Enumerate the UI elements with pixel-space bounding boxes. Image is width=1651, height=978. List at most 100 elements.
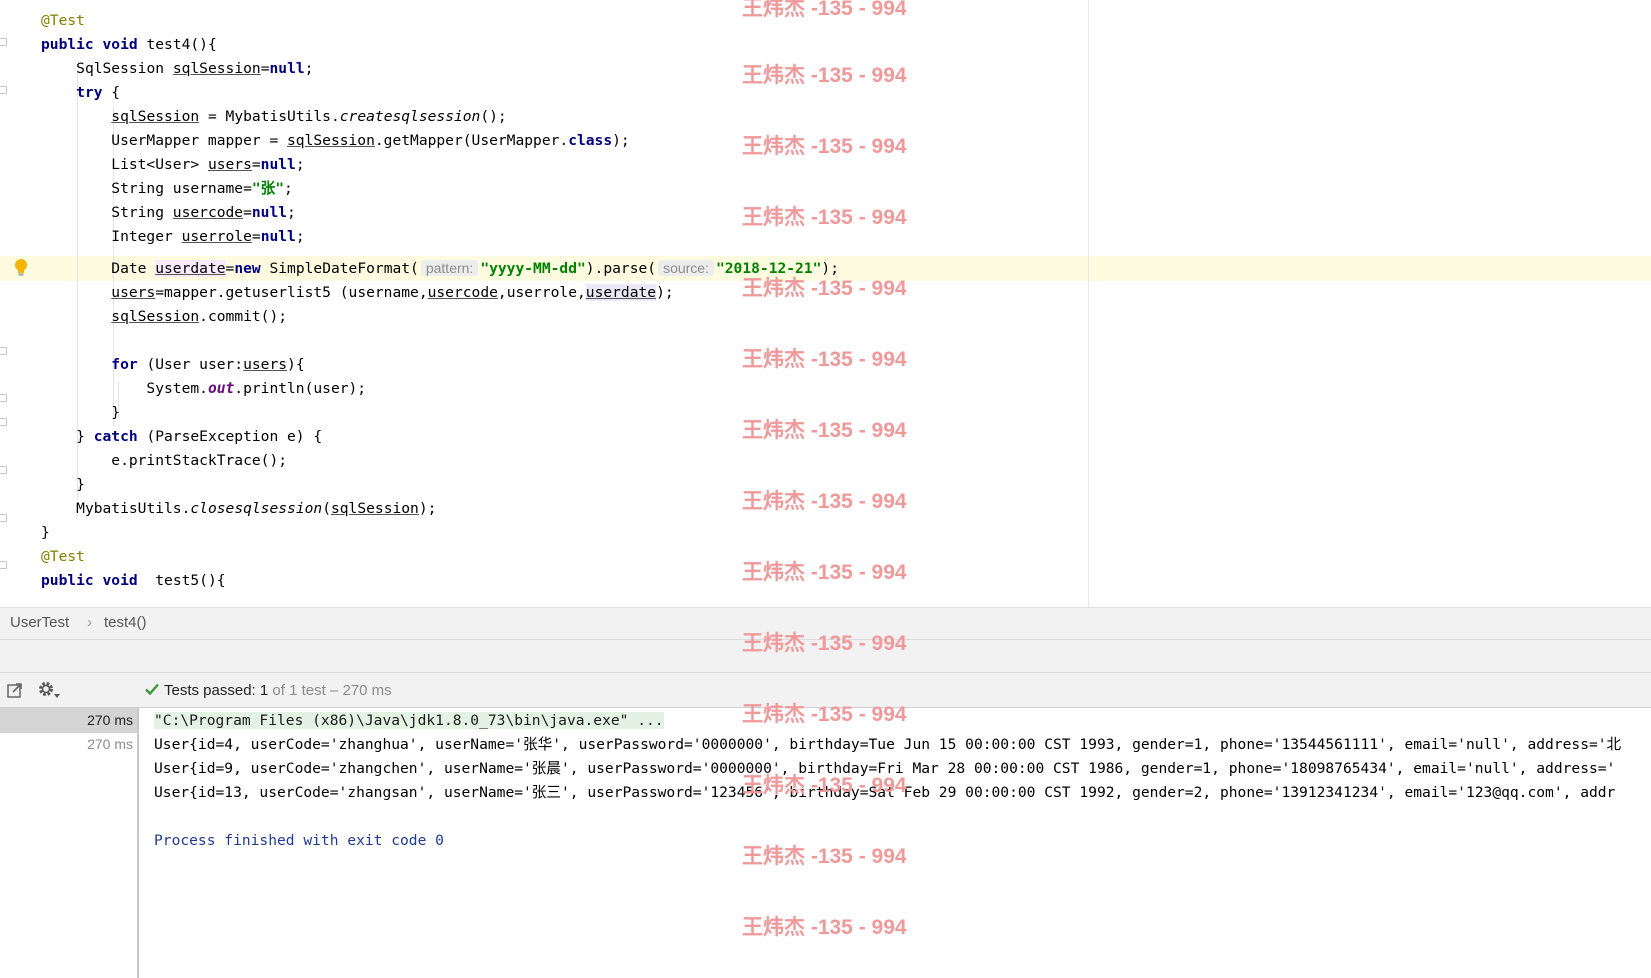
console-line: User{id=9, userCode='zhangchen', userNam…: [154, 760, 1616, 777]
static-field-token: out: [207, 380, 235, 397]
tool-window-header: [0, 639, 1651, 672]
code-editor[interactable]: @Test public void test4(){ SqlSession sq…: [0, 0, 1651, 607]
literal-token: null: [269, 60, 305, 77]
class-token: MybatisUtils.: [225, 108, 340, 125]
variable-token: userrole: [181, 228, 252, 245]
test-results-tree: 270 ms 270 ms: [0, 708, 139, 978]
keyword-token: void: [102, 572, 138, 589]
variable-token: userdate: [155, 260, 226, 277]
type-token: SqlSession: [76, 60, 165, 77]
variable-token: users: [207, 156, 252, 173]
code-line: }: [41, 524, 50, 541]
settings-gear-icon[interactable]: [37, 680, 61, 705]
code-line: System.out.println(user);: [41, 380, 367, 397]
code-line: for (User user:users){: [111, 356, 305, 373]
variable-token: userdate: [585, 284, 657, 301]
class-token: MybatisUtils.: [76, 500, 191, 517]
string-token: "2018-12-21": [715, 260, 822, 277]
breadcrumb-method[interactable]: test4(): [104, 614, 147, 631]
code-line: public void test4(){: [41, 32, 217, 57]
code-line: e.printStackTrace();: [41, 452, 288, 469]
code-line: Integer userrole=null;: [41, 228, 305, 245]
code-line: users=mapper.getuserlist5 (username,user…: [111, 284, 674, 301]
code-line: SqlSession sqlSession=null;: [76, 60, 314, 77]
console-line: User{id=13, userCode='zhangsan', userNam…: [154, 784, 1616, 801]
variable-token: users: [111, 284, 156, 301]
fold-marker-icon[interactable]: [0, 38, 7, 46]
code-line: @Test: [41, 8, 85, 33]
literal-token: null: [260, 156, 296, 173]
parameter-hint: pattern:: [420, 260, 479, 276]
variable-token: sqlSession: [287, 132, 375, 149]
code-line: String usercode=null;: [41, 204, 296, 221]
code-line: sqlSession = MybatisUtils.createsqlsessi…: [111, 108, 507, 125]
code-line: } catch (ParseException e) {: [41, 428, 323, 445]
keyword-token: public: [41, 36, 94, 53]
literal-token: null: [251, 204, 288, 221]
export-results-icon[interactable]: [6, 681, 24, 704]
code-line: try {: [76, 84, 121, 101]
fold-marker-icon[interactable]: [0, 418, 7, 426]
code-line: }: [41, 476, 85, 493]
exit-message: Process finished with exit code 0: [154, 832, 444, 849]
keyword-token: try: [76, 84, 103, 101]
static-method-token: closesqlsession: [190, 500, 323, 517]
code-line: sqlSession.commit();: [111, 308, 288, 325]
console-command: "C:\Program Files (x86)\Java\jdk1.8.0_73…: [154, 708, 664, 733]
variable-token: usercode: [427, 284, 498, 301]
breadcrumb-class[interactable]: UserTest: [10, 614, 69, 631]
status-label: Tests passed:: [164, 682, 256, 699]
console-line: User{id=4, userCode='zhanghua', userName…: [154, 736, 1622, 753]
annotation-token: @Test: [41, 12, 85, 29]
code-line: }: [41, 404, 121, 421]
code-line: MybatisUtils.closesqlsession(sqlSession)…: [76, 500, 437, 517]
method-signature: test5(){: [146, 572, 226, 589]
test-status: Tests passed: 1 of 1 test – 270 ms: [144, 681, 392, 701]
code-line: String username="张";: [41, 180, 293, 197]
literal-token: null: [260, 228, 296, 245]
keyword-token: catch: [93, 428, 138, 445]
fold-marker-icon[interactable]: [0, 347, 7, 355]
code-line: Date userdate=new SimpleDateFormat(patte…: [41, 260, 839, 277]
test-duration: 270 ms: [87, 736, 133, 752]
fold-marker-icon[interactable]: [0, 466, 7, 474]
fold-marker-icon[interactable]: [0, 561, 7, 569]
breadcrumb-separator-icon: ›: [87, 614, 92, 631]
variable-token: usercode: [172, 204, 244, 221]
method-signature: test4(){: [146, 36, 217, 53]
variable-token: users: [243, 356, 288, 373]
passed-count: 1: [259, 682, 269, 699]
fold-marker-icon[interactable]: [0, 514, 7, 522]
keyword-token: new: [234, 260, 261, 277]
tree-row-root[interactable]: 270 ms: [0, 708, 137, 733]
tree-row-test[interactable]: 270 ms: [0, 733, 137, 757]
command-text: "C:\Program Files (x86)\Java\jdk1.8.0_73…: [154, 712, 664, 729]
lightbulb-icon[interactable]: [14, 258, 28, 283]
code-line: @Test: [41, 544, 85, 569]
status-detail: of 1 test – 270 ms: [272, 682, 392, 699]
keyword-token: public: [41, 572, 94, 589]
code-line: List<User> users=null;: [41, 156, 305, 173]
code-line: UserMapper mapper = sqlSession.getMapper…: [41, 132, 630, 149]
code-line: public void test5(){: [41, 568, 226, 593]
console-output[interactable]: "C:\Program Files (x86)\Java\jdk1.8.0_73…: [139, 708, 1651, 978]
run-toolbar: Tests passed: 1 of 1 test – 270 ms: [0, 672, 1651, 708]
fold-marker-icon[interactable]: [0, 86, 7, 94]
editor-gutter: [0, 0, 30, 607]
test-duration: 270 ms: [87, 712, 133, 728]
keyword-token: class: [568, 132, 613, 149]
variable-token: sqlSession: [111, 308, 200, 325]
variable-token: sqlSession: [172, 60, 261, 77]
string-token: "yyyy-MM-dd": [480, 260, 586, 277]
parameter-hint: source:: [658, 260, 714, 276]
right-margin-guide: [1088, 0, 1089, 607]
string-token: "张": [251, 180, 285, 197]
static-method-token: createsqlsession: [339, 108, 481, 125]
fold-marker-icon[interactable]: [0, 394, 7, 402]
breadcrumb: UserTest › test4(): [0, 607, 1651, 639]
keyword-token: for: [111, 356, 138, 373]
check-icon: [144, 681, 160, 701]
variable-token: sqlSession: [111, 108, 200, 125]
annotation-token: @Test: [41, 548, 85, 565]
variable-token: sqlSession: [330, 500, 419, 517]
